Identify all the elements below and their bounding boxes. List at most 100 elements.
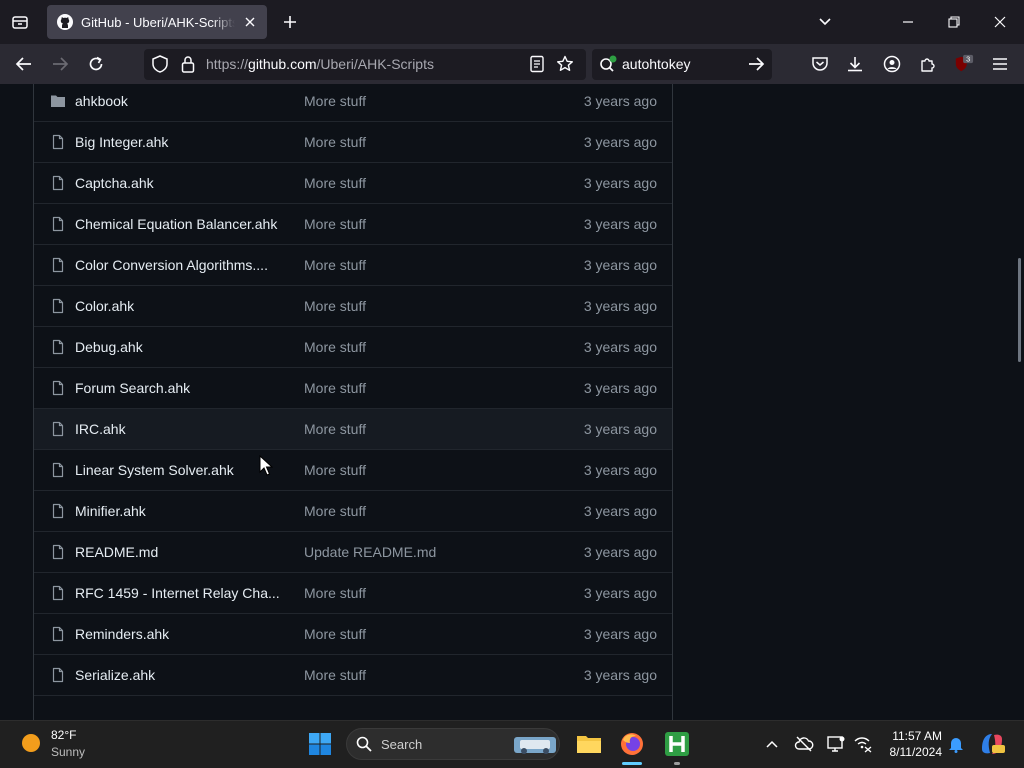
file-name-link[interactable]: README.md (75, 544, 158, 560)
table-row[interactable]: Reminders.ahk More stuff 3 years ago (34, 613, 672, 654)
commit-message-link[interactable]: More stuff (304, 503, 366, 519)
reload-button[interactable] (86, 54, 106, 74)
extensions-button[interactable] (918, 54, 938, 74)
tab-close-button[interactable] (243, 15, 257, 29)
display-tray-button[interactable] (826, 734, 846, 754)
bookmark-button[interactable] (555, 54, 575, 74)
notifications-button[interactable] (947, 734, 965, 754)
start-button[interactable] (308, 732, 332, 756)
taskbar-clock-time[interactable]: 11:57 AM (876, 729, 942, 743)
table-row[interactable]: IRC.ahk More stuff 3 years ago (34, 408, 672, 449)
site-info-button[interactable] (178, 54, 198, 74)
file-name-link[interactable]: Chemical Equation Balancer.ahk (75, 216, 277, 232)
table-row[interactable]: Chemical Equation Balancer.ahk More stuff… (34, 203, 672, 244)
tab-list-button[interactable] (0, 0, 40, 44)
list-all-tabs-button[interactable] (815, 12, 835, 32)
copilot-button[interactable] (978, 731, 1006, 757)
commit-message-link[interactable]: More stuff (304, 462, 366, 478)
search-go-button[interactable] (746, 54, 766, 74)
commit-message-link[interactable]: More stuff (304, 380, 366, 396)
commit-message-link[interactable]: More stuff (304, 257, 366, 273)
search-engine-button[interactable] (598, 54, 618, 74)
file-name-link[interactable]: Color Conversion Algorithms.... (75, 257, 268, 273)
file-name-link[interactable]: Serialize.ahk (75, 667, 155, 683)
commit-message-link[interactable]: More stuff (304, 667, 366, 683)
commit-message-link[interactable]: More stuff (304, 626, 366, 642)
file-name-link[interactable]: Reminders.ahk (75, 626, 169, 642)
chevron-down-icon (819, 18, 831, 26)
commit-message-link[interactable]: More stuff (304, 339, 366, 355)
pocket-button[interactable] (810, 54, 830, 74)
taskbar-clock-date[interactable]: 8/11/2024 (876, 745, 943, 759)
weather-widget[interactable] (20, 732, 42, 754)
table-row[interactable]: Debug.ahk More stuff 3 years ago (34, 326, 672, 367)
active-tab[interactable]: GitHub - Uberi/AHK-Scripts: A (47, 5, 267, 39)
file-name-link[interactable]: ahkbook (75, 93, 128, 109)
table-row[interactable]: Forum Search.ahk More stuff 3 years ago (34, 367, 672, 408)
forward-button[interactable] (50, 54, 70, 74)
running-app-indicator (674, 762, 680, 765)
page-scrollbar[interactable] (1016, 84, 1024, 720)
account-button[interactable] (882, 54, 902, 74)
commit-message-link[interactable]: More stuff (304, 175, 366, 191)
table-row[interactable]: Big Integer.ahk More stuff 3 years ago (34, 121, 672, 162)
commit-message-link[interactable]: More stuff (304, 298, 366, 314)
weather-temperature[interactable]: 82°F (51, 728, 76, 742)
file-name-link[interactable]: RFC 1459 - Internet Relay Cha... (75, 585, 280, 601)
folder-icon (577, 736, 601, 753)
commit-message-link[interactable]: More stuff (304, 216, 366, 232)
commit-age: 3 years ago (583, 585, 657, 601)
close-icon (245, 17, 255, 27)
file-name-link[interactable]: IRC.ahk (75, 421, 126, 437)
new-tab-button[interactable] (280, 12, 300, 32)
shield-icon (152, 55, 168, 73)
minimize-button[interactable] (898, 12, 918, 32)
network-volume-tray-button[interactable] (853, 734, 873, 754)
scrollbar-thumb[interactable] (1018, 258, 1021, 362)
file-name-link[interactable]: Big Integer.ahk (75, 134, 168, 150)
show-hidden-icons-button[interactable] (764, 736, 780, 752)
table-row[interactable]: Color.ahk More stuff 3 years ago (34, 285, 672, 326)
file-icon (50, 257, 66, 273)
reader-view-button[interactable] (527, 54, 547, 74)
sun-icon (22, 734, 40, 752)
file-name-link[interactable]: Captcha.ahk (75, 175, 154, 191)
app-menu-button[interactable] (990, 54, 1010, 74)
table-row[interactable]: Minifier.ahk More stuff 3 years ago (34, 490, 672, 531)
onedrive-tray-button[interactable] (794, 734, 814, 754)
commit-message-link[interactable]: More stuff (304, 134, 366, 150)
commit-message-link[interactable]: More stuff (304, 93, 366, 109)
weather-description[interactable]: Sunny (51, 745, 85, 759)
autohotkey-taskbar-button[interactable] (664, 731, 690, 757)
commit-message-link[interactable]: Update README.md (304, 544, 436, 560)
table-row[interactable]: Serialize.ahk More stuff 3 years ago (34, 654, 672, 695)
file-icon (50, 421, 66, 437)
table-row[interactable]: Captcha.ahk More stuff 3 years ago (34, 162, 672, 203)
file-name-link[interactable]: Color.ahk (75, 298, 134, 314)
file-name-link[interactable]: Debug.ahk (75, 339, 143, 355)
arrow-left-icon (15, 57, 31, 71)
file-icon (50, 175, 66, 191)
table-row[interactable]: README.md Update README.md 3 years ago (34, 531, 672, 572)
restore-button[interactable] (944, 12, 964, 32)
table-row[interactable]: Linear System Solver.ahk More stuff 3 year… (34, 449, 672, 490)
file-name-link[interactable]: Minifier.ahk (75, 503, 146, 519)
downloads-button[interactable] (845, 54, 865, 74)
close-window-button[interactable] (990, 12, 1010, 32)
file-name-link[interactable]: Linear System Solver.ahk (75, 462, 234, 478)
table-row[interactable] (34, 695, 672, 720)
tracking-protection-button[interactable] (150, 54, 170, 74)
table-row[interactable]: Color Conversion Algorithms.... More stuf… (34, 244, 672, 285)
back-button[interactable] (14, 54, 34, 74)
file-name-link[interactable]: Forum Search.ahk (75, 380, 190, 396)
url-text[interactable]: https://github.com/Uberi/AHK-Scripts (206, 56, 434, 72)
ublock-extension-button[interactable]: 3 (954, 54, 974, 74)
monitor-icon (827, 736, 845, 752)
table-row[interactable]: RFC 1459 - Internet Relay Cha... More stu… (34, 572, 672, 613)
commit-message-link[interactable]: More stuff (304, 585, 366, 601)
search-query[interactable]: autohtokey (622, 56, 691, 72)
commit-message-link[interactable]: More stuff (304, 421, 366, 437)
file-explorer-taskbar-button[interactable] (576, 731, 602, 757)
firefox-taskbar-button[interactable] (619, 731, 645, 757)
table-row[interactable]: ahkbook More stuff 3 years ago (34, 84, 672, 121)
